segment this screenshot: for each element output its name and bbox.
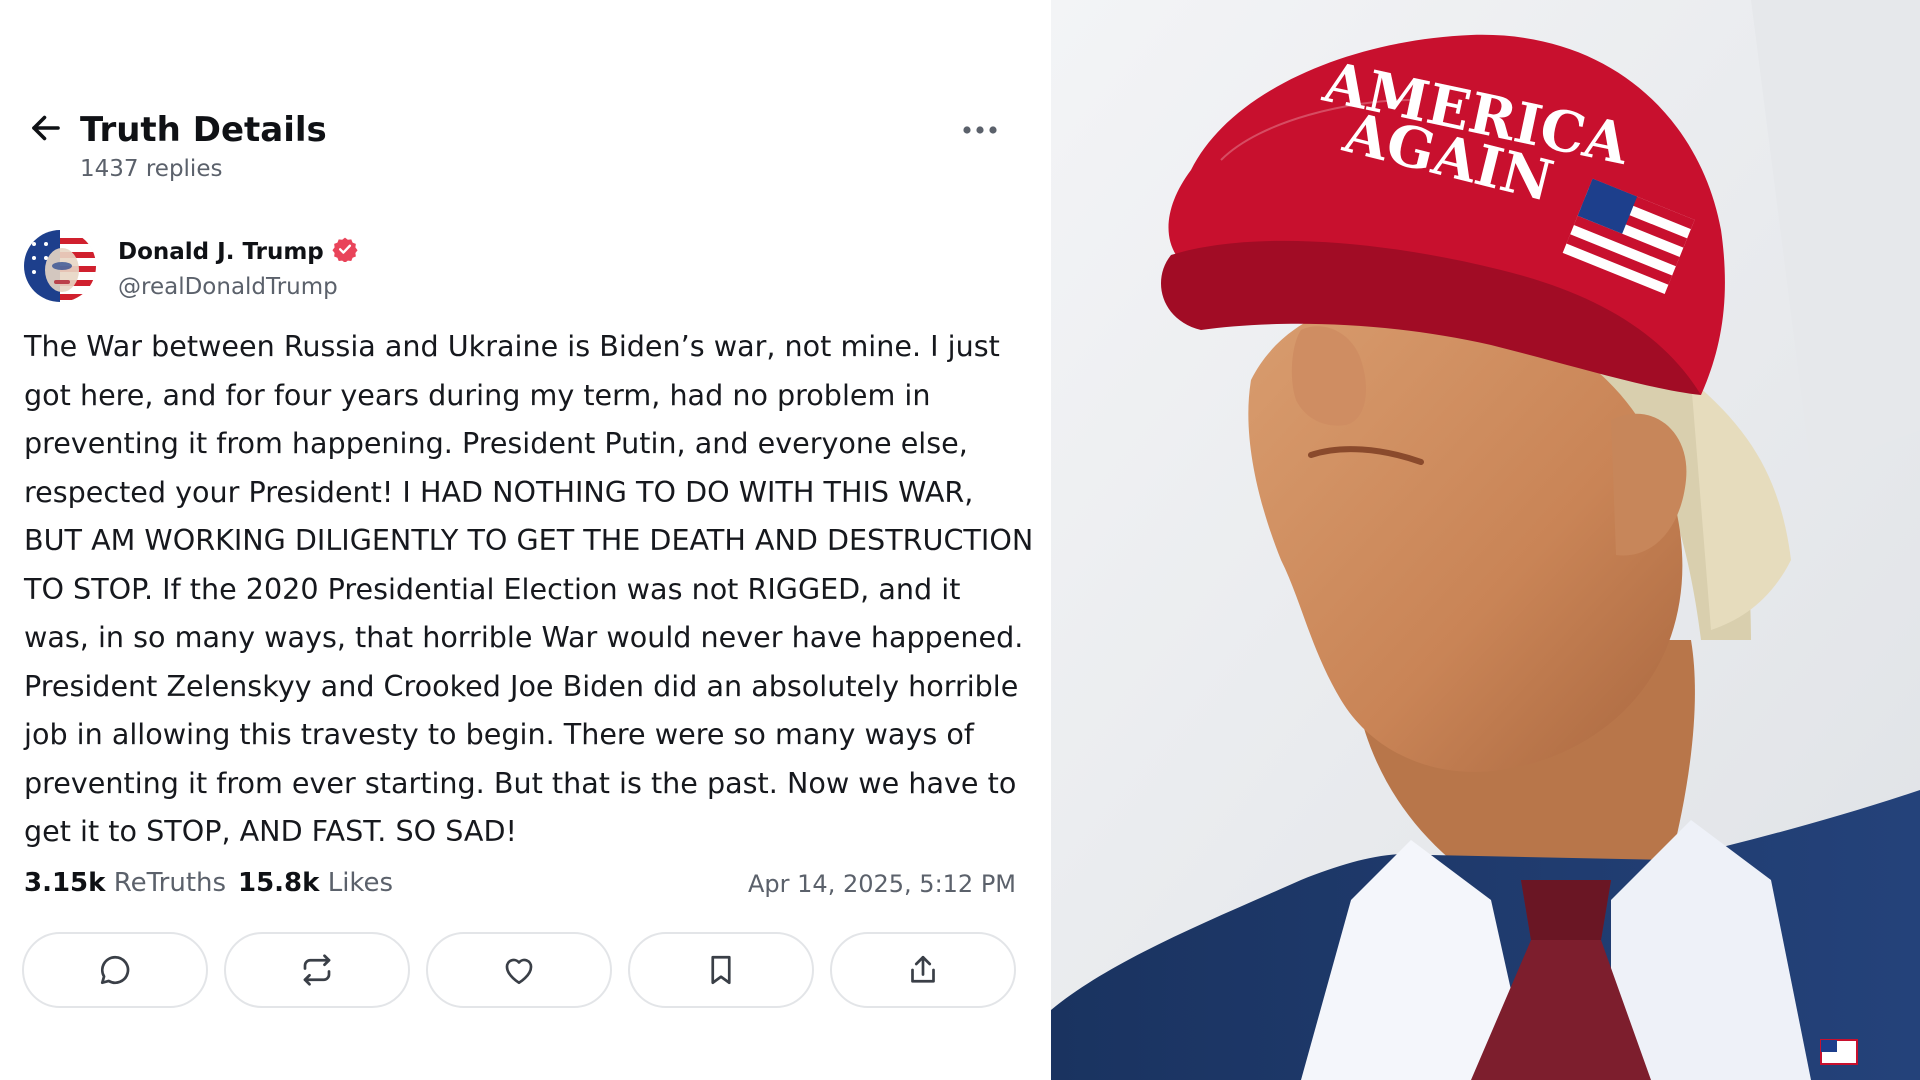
avatar[interactable] <box>24 230 96 302</box>
avatar-image <box>24 230 96 302</box>
likes-stat[interactable]: 15.8k Likes <box>238 868 393 898</box>
more-options-button[interactable] <box>960 118 1000 142</box>
likes-label: Likes <box>327 868 394 898</box>
retruth-icon <box>303 954 331 986</box>
heart-icon <box>505 958 533 985</box>
post-detail-panel: Truth Details 1437 replies Donald J. Tru… <box>0 0 1050 1080</box>
like-button[interactable] <box>426 932 612 1008</box>
share-icon <box>911 955 935 983</box>
back-button[interactable] <box>28 110 64 146</box>
reply-button[interactable] <box>22 932 208 1008</box>
post-timestamp: Apr 14, 2025, 5:12 PM <box>748 870 1016 898</box>
likes-count: 15.8k <box>238 868 320 898</box>
bookmark-button[interactable] <box>628 932 814 1008</box>
post-author: Donald J. Trump @realDonaldTrump <box>24 230 924 306</box>
retruths-count: 3.15k <box>24 868 106 898</box>
retruths-stat[interactable]: 3.15k ReTruths <box>24 868 226 898</box>
post-stats: 3.15k ReTruths 15.8k Likes Apr 14, 2025,… <box>24 868 1016 908</box>
arrow-left-icon <box>32 115 60 141</box>
author-name-text: Donald J. Trump <box>118 239 324 265</box>
bookmark-icon <box>711 955 731 985</box>
author-handle[interactable]: @realDonaldTrump <box>118 274 338 300</box>
share-button[interactable] <box>830 932 1016 1008</box>
post-text: The War between Russia and Ukraine is Bi… <box>24 329 1034 848</box>
more-horizontal-icon <box>963 126 997 134</box>
portrait-photo: AMERICA AGAIN <box>1051 0 1920 1080</box>
portrait-illustration: AMERICA AGAIN <box>1051 0 1920 1080</box>
retruth-button[interactable] <box>224 932 410 1008</box>
reply-icon <box>100 955 130 985</box>
author-name[interactable]: Donald J. Trump <box>118 236 358 265</box>
page-title: Truth Details <box>80 110 327 150</box>
replies-count: 1437 replies <box>80 156 223 182</box>
action-bar <box>22 932 1018 1008</box>
page-header: Truth Details 1437 replies <box>24 104 1024 184</box>
verified-badge-icon <box>332 237 358 262</box>
retruths-label: ReTruths <box>113 868 227 898</box>
